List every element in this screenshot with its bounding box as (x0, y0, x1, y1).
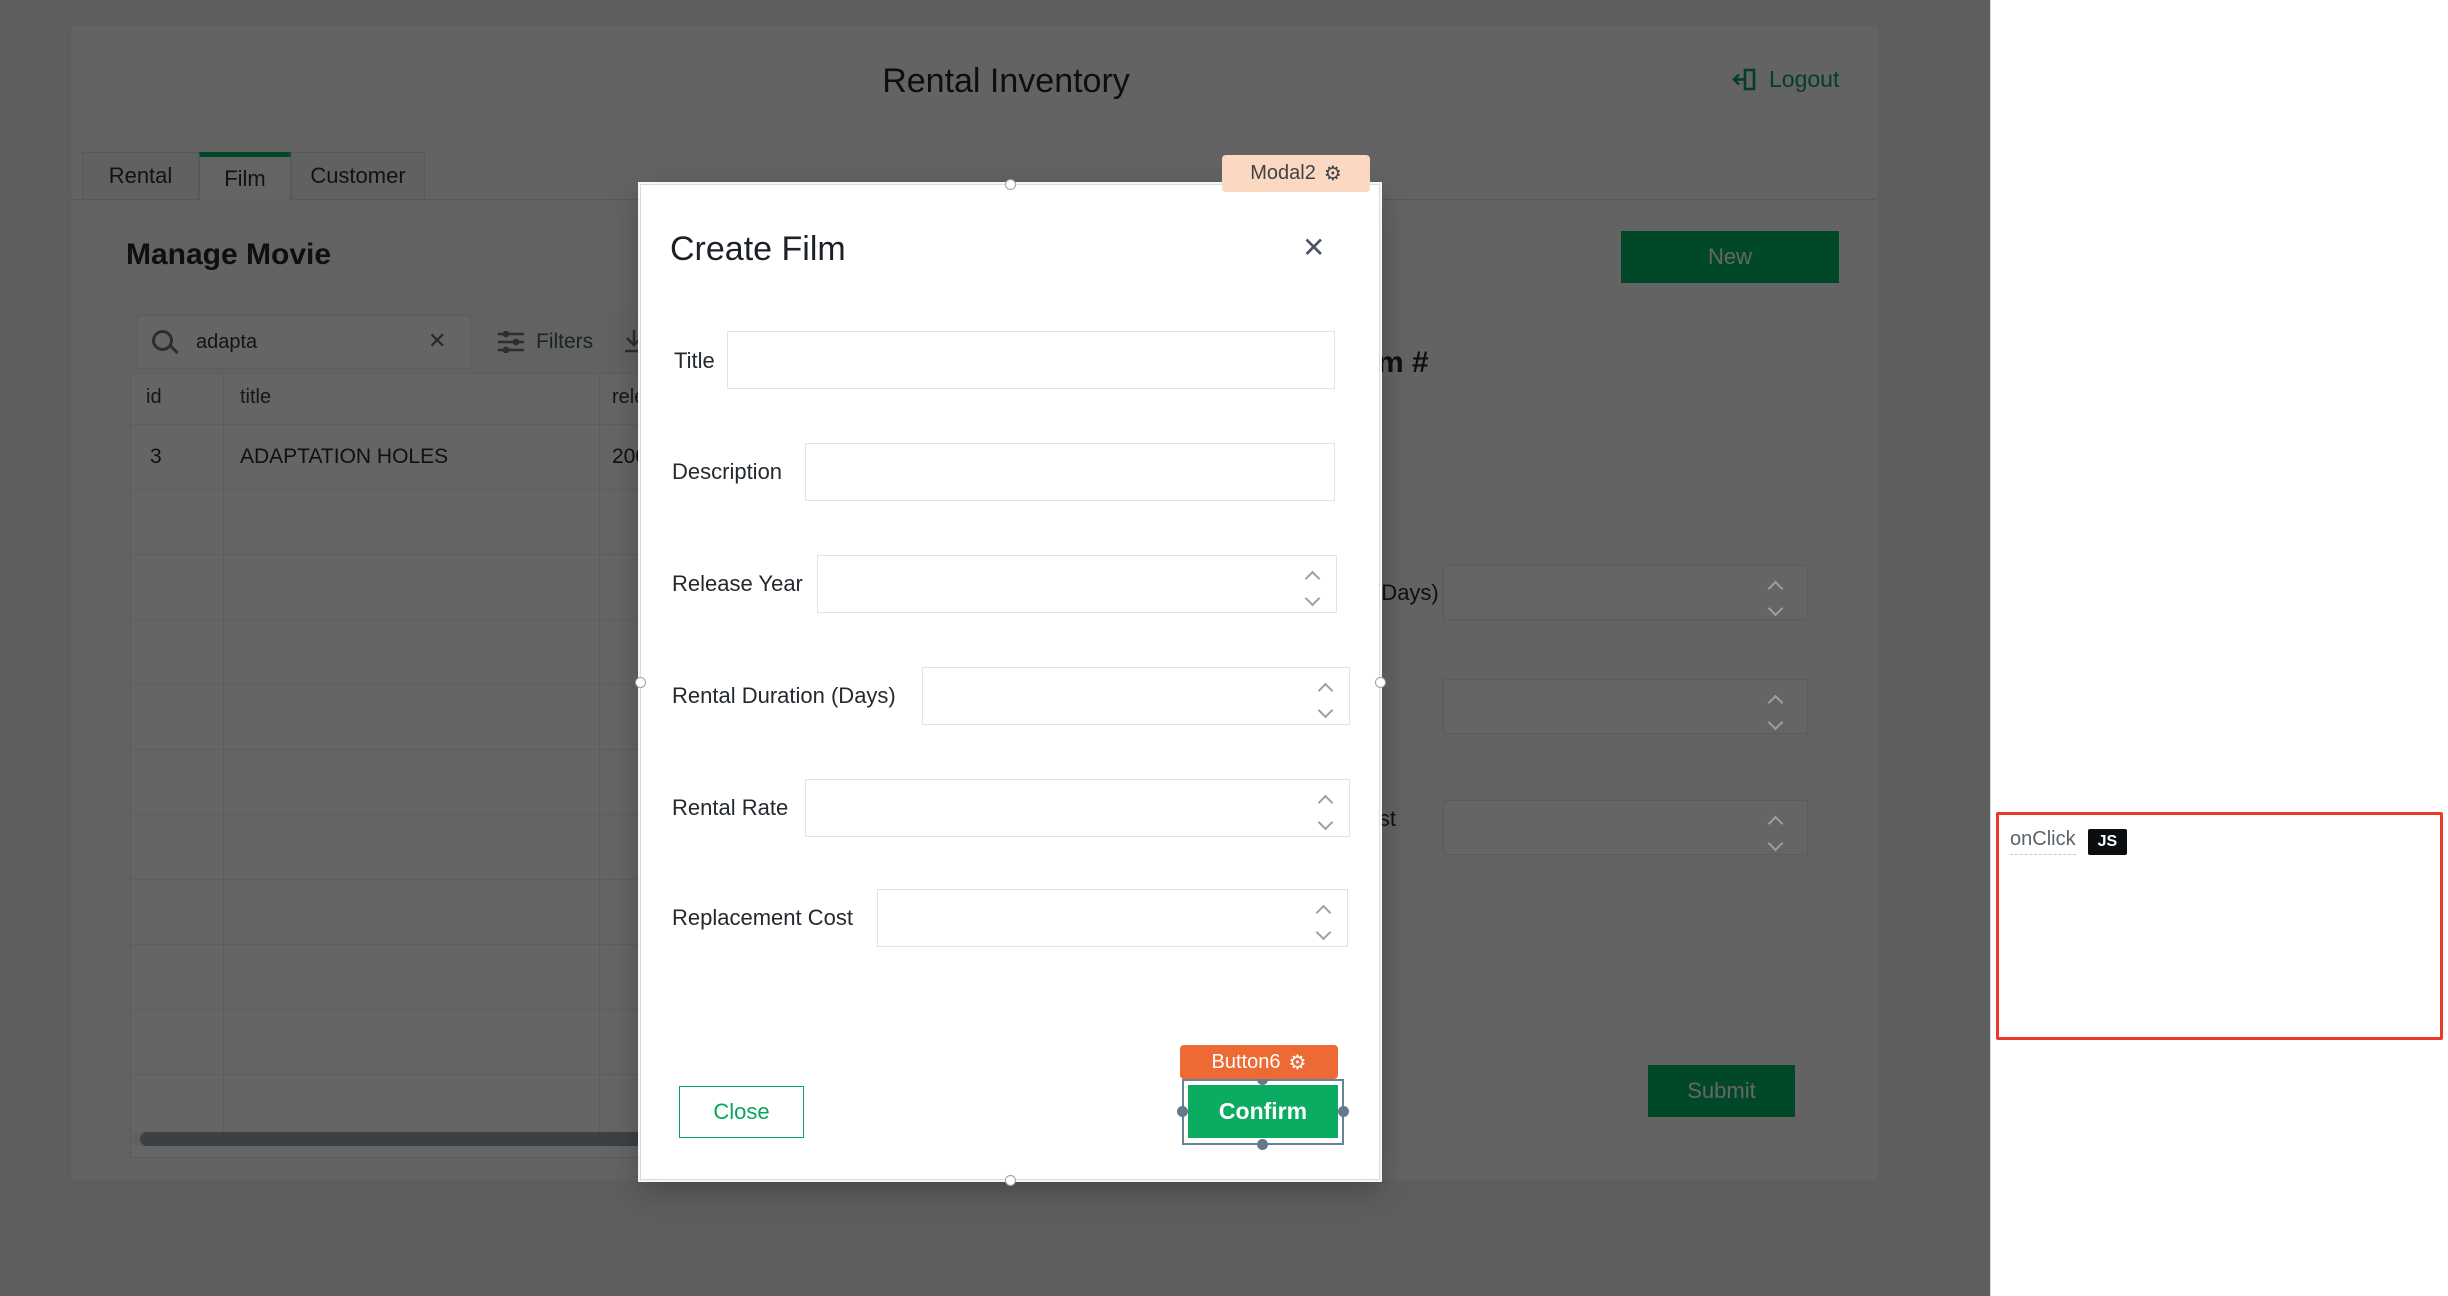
field-label-release-year: Release Year (672, 571, 803, 597)
release-year-input[interactable] (817, 555, 1337, 613)
onclick-js-toggle[interactable]: JS (2088, 829, 2128, 855)
number-stepper[interactable] (1770, 583, 1781, 614)
button-widget-name-tag[interactable]: Button6 ⚙ (1180, 1045, 1338, 1079)
onclick-event-label: onClick JS (2010, 828, 2127, 855)
number-stepper[interactable] (1318, 907, 1329, 938)
app-builder-screen: Rental Inventory Logout Rental Film Cust… (0, 0, 2448, 1296)
widget-tag-label: Button6 (1212, 1051, 1281, 1074)
modal-resize-handle-right[interactable] (1375, 677, 1386, 688)
modal-resize-handle-left[interactable] (635, 677, 646, 688)
number-stepper[interactable] (1320, 685, 1331, 716)
field-label-rental-duration: Rental Duration (Days) (672, 683, 896, 709)
close-button[interactable]: Close (679, 1086, 804, 1138)
description-input[interactable] (805, 443, 1335, 501)
widget-tag-label: Modal2 (1250, 162, 1316, 185)
modal-title: Create Film (670, 230, 846, 269)
field-label-title: Title (674, 348, 715, 374)
field-label-rental-rate: Rental Rate (672, 795, 788, 821)
field-label-replacement-cost: Replacement Cost (672, 905, 853, 931)
modal-close-icon[interactable]: ✕ (1302, 231, 1325, 264)
gear-icon[interactable]: ⚙ (1289, 1050, 1307, 1075)
title-input[interactable] (727, 331, 1335, 389)
rental-duration-input[interactable] (922, 667, 1350, 725)
modal-resize-handle-top[interactable] (1005, 179, 1016, 190)
number-stepper[interactable] (1770, 818, 1781, 849)
number-stepper[interactable] (1770, 697, 1781, 728)
widget-resize-handle-right[interactable] (1338, 1106, 1349, 1117)
widget-resize-handle-left[interactable] (1177, 1106, 1188, 1117)
modal-widget-name-tag[interactable]: Modal2 ⚙ (1222, 155, 1370, 192)
gear-icon[interactable]: ⚙ (1324, 161, 1342, 186)
widget-resize-handle-bottom[interactable] (1257, 1139, 1268, 1150)
modal-resize-handle-bottom[interactable] (1005, 1175, 1016, 1186)
confirm-button[interactable]: Confirm (1188, 1085, 1338, 1138)
replacement-cost-input[interactable] (877, 889, 1348, 947)
number-stepper[interactable] (1320, 797, 1331, 828)
property-pane (1990, 0, 2448, 1296)
field-label-description: Description (672, 459, 782, 485)
rental-rate-input[interactable] (805, 779, 1350, 837)
number-stepper[interactable] (1307, 573, 1318, 604)
